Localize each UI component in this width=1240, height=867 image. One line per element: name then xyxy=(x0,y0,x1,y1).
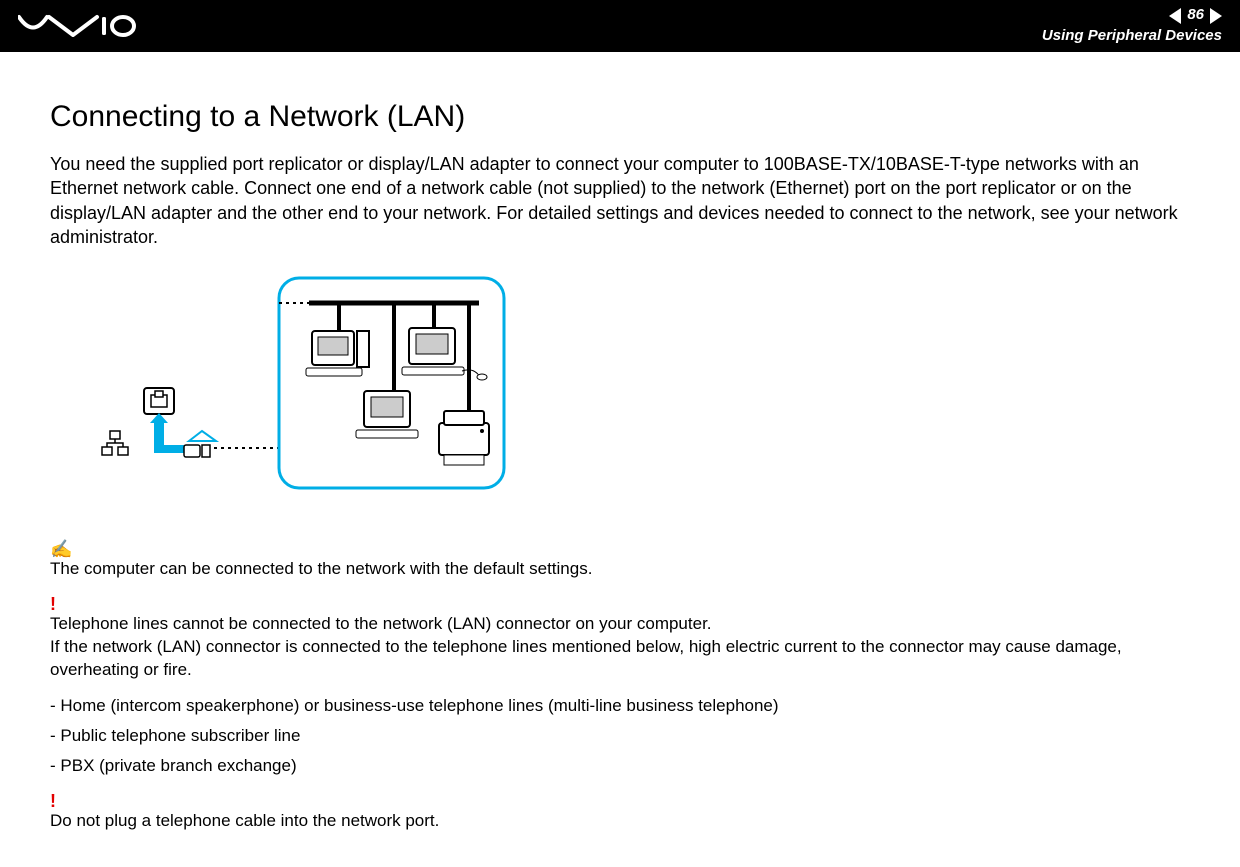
intro-paragraph: You need the supplied port replicator or… xyxy=(50,152,1190,249)
vaio-logo-svg xyxy=(18,14,138,38)
warning-text-2: Do not plug a telephone cable into the n… xyxy=(50,810,1190,833)
note-text: The computer can be connected to the net… xyxy=(50,558,1190,581)
pc-icon xyxy=(306,331,369,376)
list-item: PBX (private branch exchange) xyxy=(50,756,1190,776)
section-title: Using Peripheral Devices xyxy=(1042,28,1222,45)
warning-icon: ! xyxy=(50,595,1190,613)
warning-icon: ! xyxy=(50,792,1190,810)
page-header: 86 Using Peripheral Devices xyxy=(0,0,1240,52)
list-item: Home (intercom speakerphone) or business… xyxy=(50,696,1190,716)
ethernet-port-icon xyxy=(144,388,174,414)
lan-diagram xyxy=(84,273,1190,508)
vaio-logo xyxy=(18,0,138,52)
warning-block-2: ! Do not plug a telephone cable into the… xyxy=(50,792,1190,833)
small-computer-icon xyxy=(184,445,210,457)
printer-icon xyxy=(439,411,489,465)
next-page-arrow-icon[interactable] xyxy=(1210,8,1222,24)
page-nav: 86 xyxy=(1169,7,1222,24)
page-number: 86 xyxy=(1187,7,1204,24)
lan-diagram-svg xyxy=(84,273,514,503)
warning-text-line2: If the network (LAN) connector is connec… xyxy=(50,636,1190,682)
network-icon xyxy=(102,431,128,455)
prev-page-arrow-icon[interactable] xyxy=(1169,8,1181,24)
adapter-icon xyxy=(189,431,216,441)
warning-list: Home (intercom speakerphone) or business… xyxy=(50,696,1190,776)
pc-icon xyxy=(356,391,418,438)
note-icon: ✍ xyxy=(50,540,1190,558)
note-block: ✍ The computer can be connected to the n… xyxy=(50,540,1190,581)
list-item: Public telephone subscriber line xyxy=(50,726,1190,746)
page-title: Connecting to a Network (LAN) xyxy=(50,100,1190,134)
header-right: 86 Using Peripheral Devices xyxy=(1042,7,1222,44)
page-content: Connecting to a Network (LAN) You need t… xyxy=(0,52,1240,867)
warning-text-line1: Telephone lines cannot be connected to t… xyxy=(50,613,1190,636)
warning-block: ! Telephone lines cannot be connected to… xyxy=(50,595,1190,682)
